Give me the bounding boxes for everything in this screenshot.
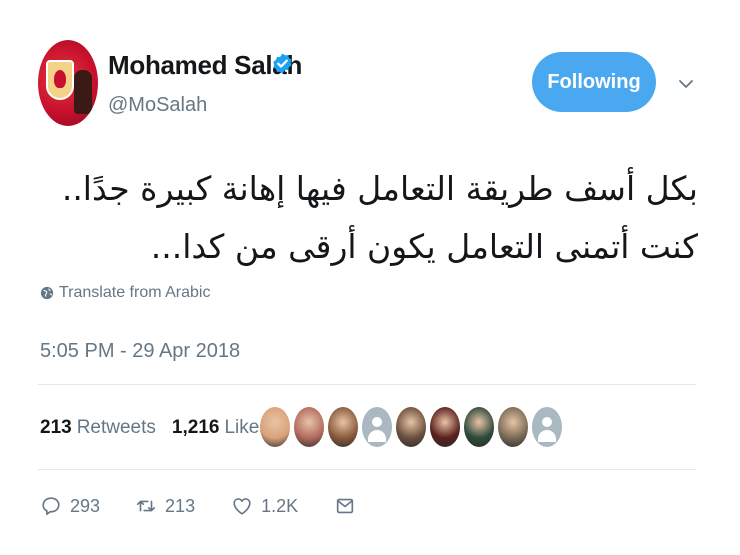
liker-avatar[interactable] xyxy=(328,407,358,447)
tweet-line: كنت أتمنى التعامل يكون أرقى من كدا... xyxy=(150,227,698,266)
verified-badge-icon xyxy=(273,53,292,74)
tweet-stats: 213 Retweets 1,216 Likes xyxy=(40,417,269,439)
translate-label[interactable]: Translate from Arabic xyxy=(59,284,210,302)
liker-avatar[interactable] xyxy=(396,407,426,447)
envelope-icon xyxy=(336,498,354,514)
following-button[interactable]: Following xyxy=(532,52,656,112)
retweets-label: Retweets xyxy=(76,417,156,438)
reply-button[interactable]: 293 xyxy=(40,495,100,517)
chevron-down-icon[interactable] xyxy=(676,74,696,94)
club-crest xyxy=(46,60,74,100)
profile-avatar[interactable] xyxy=(38,40,98,126)
liker-avatar[interactable] xyxy=(260,407,290,447)
translate-link[interactable]: Translate from Arabic xyxy=(40,284,210,302)
tweet-line: بكل أسف طريقة التعامل فيها إهانة كبيرة ج… xyxy=(61,169,698,208)
retweet-button[interactable]: 213 xyxy=(135,495,195,517)
heart-icon xyxy=(233,498,251,515)
tweet-timestamp[interactable]: 5:05 PM - 29 Apr 2018 xyxy=(40,340,240,363)
retweets-count: 213 xyxy=(40,417,72,438)
avatar-figure xyxy=(74,70,92,114)
globe-icon xyxy=(40,286,54,300)
retweets-stat[interactable]: 213 Retweets xyxy=(40,417,156,439)
liker-avatar[interactable] xyxy=(430,407,460,447)
liker-avatar[interactable] xyxy=(532,407,562,447)
divider xyxy=(38,469,696,470)
like-button[interactable]: 1.2K xyxy=(231,495,298,517)
reply-icon xyxy=(42,497,60,516)
retweet-icon xyxy=(136,500,156,512)
liker-avatar[interactable] xyxy=(464,407,494,447)
liker-avatar[interactable] xyxy=(294,407,324,447)
retweet-count: 213 xyxy=(165,495,196,516)
reply-count: 293 xyxy=(70,495,101,516)
divider xyxy=(38,384,696,385)
likes-count: 1,216 xyxy=(171,417,220,438)
likes-stat[interactable]: 1,216 Likes xyxy=(172,417,269,439)
likers-avatars xyxy=(260,407,566,447)
tweet-actions: 293 213 1.2K xyxy=(40,495,356,517)
user-handle[interactable]: @MoSalah xyxy=(108,94,207,117)
tweet-text: بكل أسف طريقة التعامل فيها إهانة كبيرة ج… xyxy=(38,160,698,276)
like-count: 1.2K xyxy=(261,495,299,516)
liker-avatar[interactable] xyxy=(362,407,392,447)
direct-message-button[interactable] xyxy=(334,495,356,517)
liker-avatar[interactable] xyxy=(498,407,528,447)
